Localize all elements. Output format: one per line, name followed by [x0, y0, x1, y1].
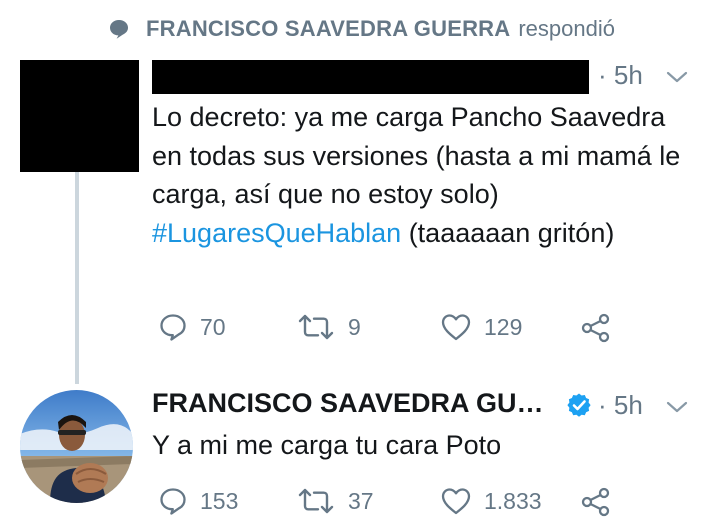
retweet-button[interactable]: 9: [296, 312, 361, 342]
retweet-icon: [298, 488, 334, 514]
tweet1-body: Lo decreto: ya me carga Pancho Saavedra …: [152, 102, 681, 209]
like-button[interactable]: 1.833: [440, 486, 542, 516]
redacted-username[interactable]: [152, 60, 589, 94]
reply-button[interactable]: 70: [158, 312, 226, 342]
chevron-down-icon[interactable]: [666, 400, 688, 414]
like-count: 129: [484, 313, 523, 340]
avatar[interactable]: [20, 390, 133, 503]
redacted-avatar[interactable]: [20, 60, 139, 172]
tweet1-timestamp[interactable]: · 5h: [598, 60, 643, 91]
retweet-count: 37: [348, 487, 374, 514]
share-icon: [581, 313, 610, 343]
chevron-down-icon[interactable]: [666, 70, 688, 84]
tweet1-body-tail: (taaaaaan gritón): [401, 217, 615, 248]
heart-icon: [441, 314, 471, 341]
retweet-button[interactable]: 37: [296, 486, 374, 516]
like-button[interactable]: 129: [440, 312, 522, 342]
like-count: 1.833: [484, 487, 542, 514]
tweet2-timestamp[interactable]: · 5h: [598, 390, 643, 421]
reply-icon: [160, 314, 186, 341]
share-icon: [581, 487, 610, 517]
context-verb: respondió: [518, 16, 615, 41]
reply-bubble-icon: [110, 20, 128, 39]
verified-badge-icon: [567, 393, 591, 417]
tweet1-text: Lo decreto: ya me carga Pancho Saavedra …: [152, 98, 692, 252]
reply-button[interactable]: 153: [158, 486, 238, 516]
retweet-icon: [298, 314, 334, 340]
context-name[interactable]: FRANCISCO SAAVEDRA GUERRA: [146, 16, 510, 42]
tweet2-text: Y a mi me carga tu cara Poto: [152, 430, 502, 460]
heart-icon: [441, 488, 471, 515]
reply-count: 153: [200, 487, 239, 514]
thread-connector: [75, 172, 79, 384]
hashtag-link[interactable]: #LugaresQueHablan: [152, 218, 401, 248]
profile-photo: [20, 390, 133, 503]
tweet2-author-name[interactable]: FRANCISCO SAAVEDRA GU…: [152, 388, 544, 419]
reply-count: 70: [200, 313, 226, 340]
reply-context: FRANCISCO SAAVEDRA GUERRA respondió: [108, 14, 615, 44]
share-button[interactable]: [580, 312, 624, 344]
share-button[interactable]: [580, 486, 624, 518]
reply-icon: [160, 488, 186, 515]
retweet-count: 9: [348, 313, 361, 340]
